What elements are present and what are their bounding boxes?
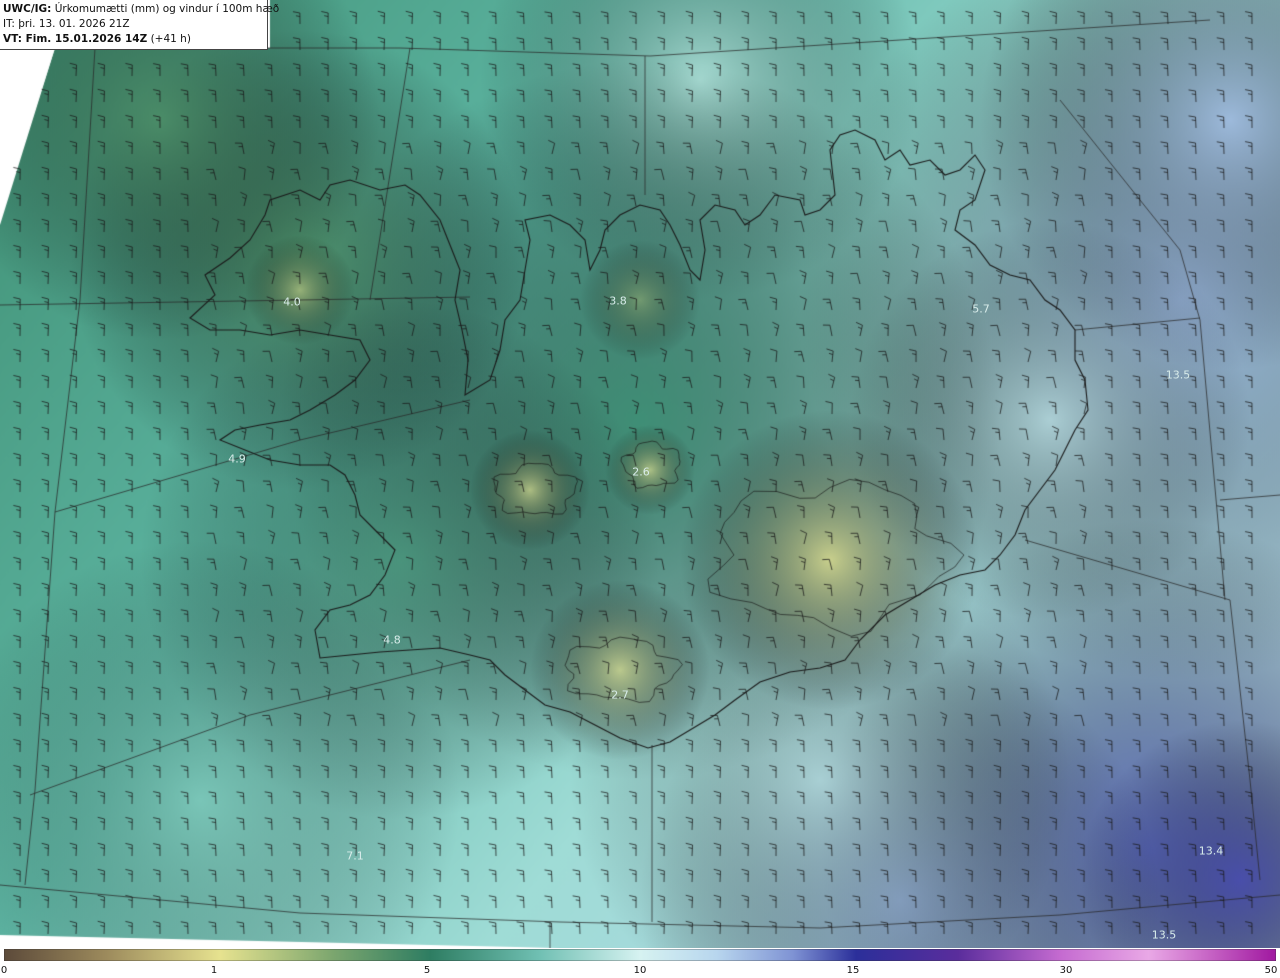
colorbar-tick: 30 [1059, 965, 1073, 976]
color-legend: 0 1 5 10 15 30 50 [0, 948, 1280, 978]
point-label: 13.5 [1165, 368, 1191, 382]
model-label: UWC/IG: [3, 3, 52, 15]
initial-time-label: IT: [3, 18, 15, 30]
colorbar-tick: 0 [0, 965, 8, 976]
point-label: 7.1 [346, 849, 364, 863]
valid-time-row: VT: Fim. 15.01.2026 14Z (+41 h) [3, 32, 267, 47]
point-label: 13.5 [1151, 928, 1177, 942]
colorbar-tick: 5 [423, 965, 431, 976]
colorbar [4, 949, 1276, 961]
colorbar-tick: 50 [1264, 965, 1278, 976]
point-label: 4.9 [228, 452, 246, 466]
colorbar-tick: 10 [633, 965, 647, 976]
initial-time-row: IT: þri. 13. 01. 2026 21Z [3, 17, 267, 32]
colorbar-tick: 15 [846, 965, 860, 976]
valid-time-label: VT: Fim. 15.01.2026 14Z [3, 33, 148, 45]
point-label: 2.6 [632, 465, 650, 479]
info-box: UWC/IG: Úrkomumætti (mm) og vindur í 100… [0, 0, 279, 50]
map-title: Úrkomumætti (mm) og vindur í 100m hæð [54, 3, 280, 15]
point-label: 5.7 [972, 302, 990, 316]
point-label: 4.0 [283, 295, 301, 309]
title-row: UWC/IG: Úrkomumætti (mm) og vindur í 100… [3, 2, 279, 17]
colorbar-tick: 1 [210, 965, 218, 976]
point-label: 2.7 [611, 688, 629, 702]
point-label: 3.8 [609, 294, 627, 308]
valid-time-offset: (+41 h) [150, 33, 191, 45]
point-label: 13.4 [1198, 844, 1224, 858]
initial-time-value: þri. 13. 01. 2026 21Z [18, 18, 130, 30]
point-label: 4.8 [383, 633, 401, 647]
